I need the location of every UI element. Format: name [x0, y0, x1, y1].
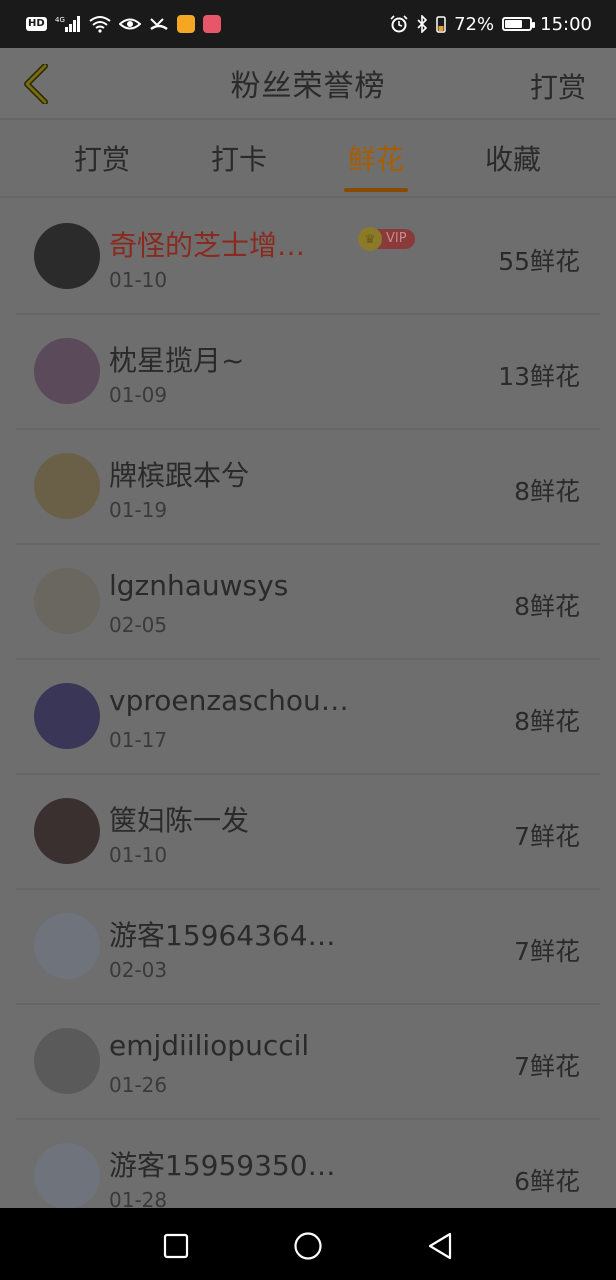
list-item[interactable]: 奇怪的芝士增… ♛ VIP 01-10 55鲜花 — [0, 200, 616, 315]
reward-button[interactable]: 打赏 — [530, 66, 586, 106]
username: emjdiiliopuccil — [109, 1029, 310, 1062]
tab-reward[interactable]: 打赏 — [57, 138, 147, 178]
flower-count: 7鲜花 — [514, 937, 580, 966]
username: 游客15964364… — [109, 919, 336, 952]
username: vproenzaschou… — [109, 684, 349, 717]
alarm-icon — [390, 15, 408, 33]
tab-favorites[interactable]: 收藏 — [468, 138, 558, 178]
vip-badge: ♛ VIP — [358, 227, 415, 251]
avatar[interactable] — [34, 913, 100, 979]
username: 牌槟跟本兮 — [109, 459, 250, 492]
square-icon — [163, 1233, 189, 1259]
flower-count: 8鲜花 — [514, 477, 580, 506]
avatar[interactable] — [34, 683, 100, 749]
list-item[interactable]: 游客15964364… 02-03 7鲜花 — [0, 890, 616, 1005]
avatar[interactable] — [34, 453, 100, 519]
tab-checkin[interactable]: 打卡 — [194, 138, 284, 178]
list-item[interactable]: 牌槟跟本兮 01-19 8鲜花 — [0, 430, 616, 545]
username: 游客15959350… — [109, 1149, 336, 1182]
hd-indicator: HD — [26, 17, 47, 31]
bluetooth-icon — [416, 15, 428, 33]
page-title: 粉丝荣誉榜 — [230, 69, 386, 104]
status-right: 72% 15:00 — [390, 14, 592, 35]
avatar[interactable] — [34, 338, 100, 404]
username: 枕星揽月~ — [109, 344, 245, 377]
avatar[interactable] — [34, 568, 100, 634]
video-app-icon — [176, 15, 195, 33]
date: 02-05 — [109, 613, 168, 637]
list-item[interactable]: 枕星揽月~ 01-09 13鲜花 — [0, 315, 616, 430]
date: 01-10 — [109, 843, 168, 867]
back-button[interactable] — [16, 64, 56, 104]
flower-count: 7鲜花 — [514, 822, 580, 851]
date: 01-10 — [109, 268, 168, 292]
eye-icon — [118, 15, 141, 33]
tab-flowers[interactable]: 鲜花 — [331, 138, 421, 178]
date: 01-19 — [109, 498, 168, 522]
missed-call-icon — [149, 15, 169, 33]
flower-count: 55鲜花 — [498, 247, 580, 276]
circle-icon — [294, 1232, 322, 1260]
battery-saver-icon — [436, 15, 446, 33]
avatar[interactable] — [34, 1028, 100, 1094]
date: 01-17 — [109, 728, 168, 752]
status-bar: HD 4G 72% 15:00 — [0, 0, 616, 48]
flower-count: 8鲜花 — [514, 707, 580, 736]
battery-percent: 72% — [454, 13, 495, 35]
triangle-back-icon — [428, 1232, 452, 1260]
home-button[interactable] — [292, 1230, 324, 1262]
list-item[interactable]: 箧妇陈一发 01-10 7鲜花 — [0, 775, 616, 890]
clock: 15:00 — [540, 13, 592, 35]
flower-count: 7鲜花 — [514, 1052, 580, 1081]
battery-icon — [502, 17, 536, 31]
fan-list: 奇怪的芝士增… ♛ VIP 01-10 55鲜花 枕星揽月~ 01-09 13鲜… — [0, 200, 616, 1208]
username: lgznhauwsys — [109, 569, 289, 602]
avatar[interactable] — [34, 798, 100, 864]
reader-app-icon — [202, 15, 221, 33]
back-nav-button[interactable] — [424, 1230, 456, 1262]
list-item[interactable]: vproenzaschou… 01-17 8鲜花 — [0, 660, 616, 775]
recent-apps-button[interactable] — [160, 1230, 192, 1262]
avatar[interactable] — [34, 1143, 100, 1208]
date: 02-03 — [109, 958, 168, 982]
flower-count: 8鲜花 — [514, 592, 580, 621]
date: 01-26 — [109, 1073, 168, 1097]
system-nav-bar — [0, 1208, 616, 1280]
battery-level-fill — [505, 20, 523, 28]
username: 箧妇陈一发 — [109, 804, 250, 837]
flower-count: 6鲜花 — [514, 1167, 580, 1196]
list-item[interactable]: lgznhauwsys 02-05 8鲜花 — [0, 545, 616, 660]
wifi-icon — [89, 15, 111, 33]
date: 01-28 — [109, 1188, 168, 1208]
chevron-left-icon — [24, 64, 48, 104]
active-tab-indicator — [344, 188, 408, 192]
status-left: HD 4G — [26, 15, 221, 33]
tab-bar: 打赏 打卡 鲜花 收藏 — [0, 122, 616, 198]
signal-icon: 4G — [55, 15, 81, 33]
list-item[interactable]: emjdiiliopuccil 01-26 7鲜花 — [0, 1005, 616, 1120]
username: 奇怪的芝士增… — [109, 229, 306, 262]
svg-text:4G: 4G — [55, 16, 65, 24]
list-item[interactable]: 游客15959350… 01-28 6鲜花 — [0, 1120, 616, 1208]
crown-icon: ♛ — [358, 227, 382, 251]
date: 01-09 — [109, 383, 168, 407]
avatar[interactable] — [34, 223, 100, 289]
app-header: 粉丝荣誉榜 打赏 — [0, 48, 616, 120]
flower-count: 13鲜花 — [498, 362, 580, 391]
